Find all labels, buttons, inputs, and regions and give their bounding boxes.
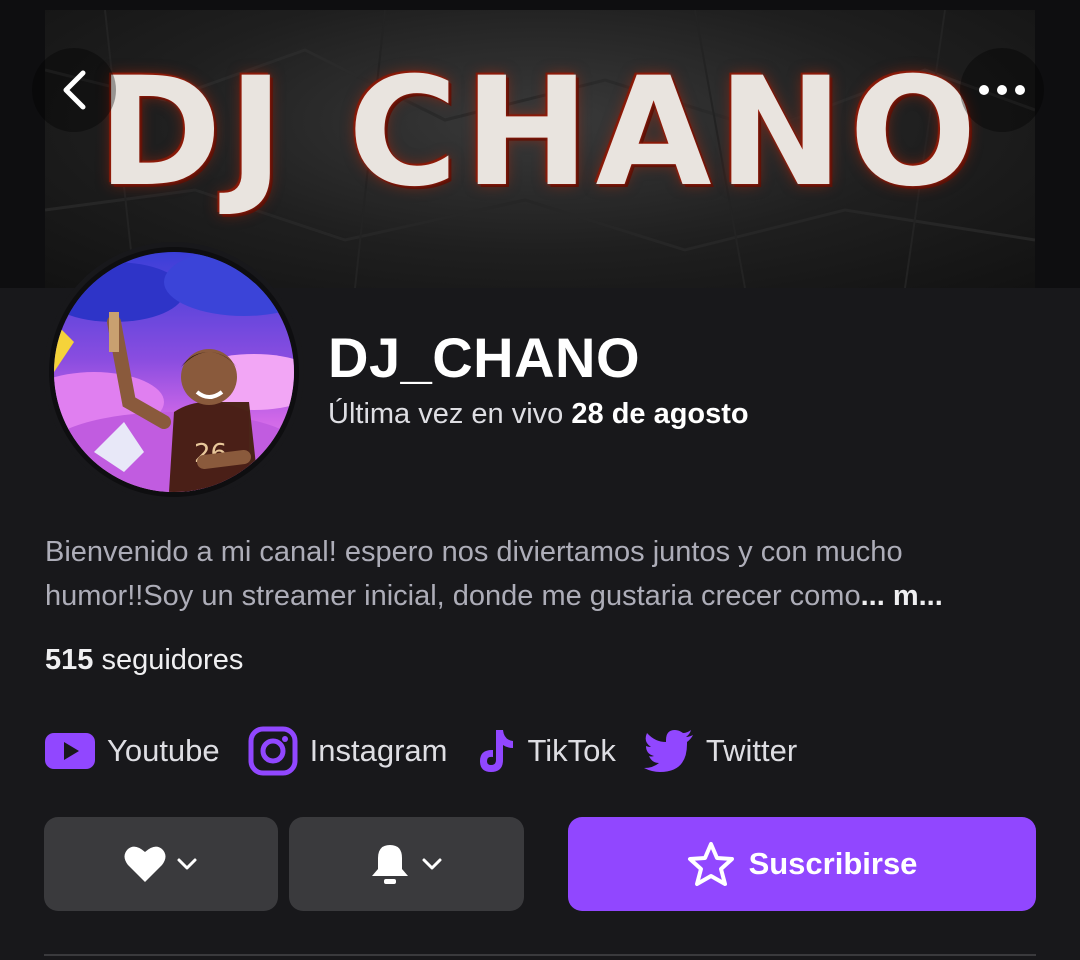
last-live-prefix: Última vez en vivo xyxy=(328,398,564,430)
social-label: Instagram xyxy=(309,733,448,768)
social-link-twitter[interactable]: Twitter xyxy=(643,730,798,772)
last-live-date: 28 de agosto xyxy=(571,398,749,430)
back-button[interactable] xyxy=(32,48,116,132)
channel-bio[interactable]: Bienvenido a mi canal! espero nos divier… xyxy=(45,530,1035,618)
youtube-icon xyxy=(45,733,95,769)
bio-more-link[interactable]: ... m... xyxy=(861,580,943,612)
subscribe-button[interactable]: Suscribirse xyxy=(568,817,1036,911)
social-links: Youtube Instagram TikTok Twitter xyxy=(45,722,825,780)
banner-title: DJ CHANO xyxy=(97,46,983,220)
social-link-youtube[interactable]: Youtube xyxy=(45,733,220,769)
bio-line-text: humor!!Soy un streamer inicial, donde me… xyxy=(45,580,861,612)
last-live-text: Última vez en vivo 28 de agosto xyxy=(328,398,749,431)
chevron-down-icon xyxy=(177,858,197,870)
followers-label: seguidores xyxy=(101,644,244,676)
social-label: Twitter xyxy=(705,733,798,768)
heart-icon xyxy=(124,846,166,882)
avatar-image: 26 xyxy=(54,252,294,492)
notifications-button[interactable] xyxy=(289,817,524,911)
avatar-frame: 26 xyxy=(44,242,304,502)
channel-name: DJ_CHANO xyxy=(328,326,641,389)
subscribe-label: Suscribirse xyxy=(748,846,918,881)
social-link-instagram[interactable]: Instagram xyxy=(248,726,448,776)
followers-number: 515 xyxy=(45,644,94,676)
followers-count: 515 seguidores xyxy=(45,644,243,677)
instagram-icon xyxy=(248,726,298,776)
chevron-down-icon xyxy=(422,858,441,870)
twitter-icon xyxy=(643,730,693,772)
social-label: TikTok xyxy=(527,733,616,768)
more-horizontal-icon xyxy=(979,85,1025,95)
social-label: Youtube xyxy=(107,733,220,768)
bell-icon xyxy=(371,845,408,884)
bio-line: Bienvenido a mi canal! espero nos divier… xyxy=(45,536,903,568)
follow-button[interactable] xyxy=(44,817,278,911)
social-link-tiktok[interactable]: TikTok xyxy=(476,728,616,774)
tiktok-icon xyxy=(479,730,513,772)
more-options-button[interactable] xyxy=(960,48,1044,132)
avatar[interactable]: 26 xyxy=(54,252,294,492)
bio-line: humor!!Soy un streamer inicial, donde me… xyxy=(45,574,1035,618)
divider xyxy=(44,954,1036,956)
chevron-left-icon xyxy=(63,70,86,110)
star-icon xyxy=(687,842,734,886)
